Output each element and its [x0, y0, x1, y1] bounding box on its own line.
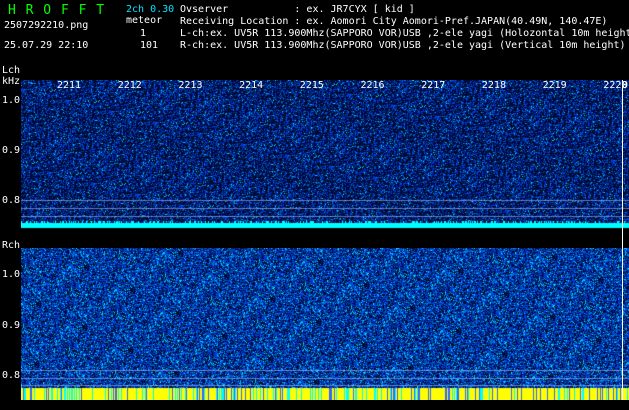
lch-spectrogram: [21, 80, 629, 230]
hroft-spectrogram-screen: H R O F F T 2ch 0.30 2507292210.png mete…: [0, 0, 629, 410]
file-name: 2507292210.png: [4, 20, 89, 31]
lch-ytick-1-0: 1.0: [2, 95, 21, 106]
rch-spectrogram: [21, 248, 629, 400]
time-label-2216: 2216: [360, 80, 385, 91]
app-version: 2ch 0.30: [126, 4, 175, 15]
rch-ytick-0-9: 0.9: [2, 320, 21, 331]
lch-title: Lch: [2, 65, 21, 76]
meteor-count-lch: 1: [140, 28, 147, 39]
time-label-2218: 2218: [481, 80, 506, 91]
observer-line: Ovserver : ex. JR7CYX [ kid ]: [180, 4, 415, 15]
lch-unit: kHz: [2, 76, 21, 87]
lch-config-line: L-ch:ex. UV5R 113.900Mhz(SAPPORO VOR)USB…: [180, 28, 629, 39]
time-label-2214: 2214: [239, 80, 264, 91]
time-label-2215: 2215: [299, 80, 324, 91]
rch-config-line: R-ch:ex. UV5R 113.900Mhz(SAPPORO VOR)USB…: [180, 40, 626, 51]
rch-ytick-0-8: 0.8: [2, 370, 21, 381]
time-label-2219: 2219: [542, 80, 567, 91]
time-label-2211: 2211: [57, 80, 82, 91]
meteor-count-rch: 101: [140, 40, 159, 51]
time-label-2217: 2217: [421, 80, 446, 91]
time-label-2213: 2213: [178, 80, 203, 91]
location-line: Receiving Location : ex. Aomori City Aom…: [180, 16, 608, 27]
rch-title: Rch: [2, 240, 21, 251]
app-logo: H R O F F T: [8, 3, 106, 18]
lch-ytick-0-8: 0.8: [2, 195, 21, 206]
lch-ytick-0-9: 0.9: [2, 145, 21, 156]
datetime: 25.07.29 22:10: [4, 40, 89, 51]
time-label-2212: 2212: [117, 80, 142, 91]
current-time-marker: [622, 80, 623, 400]
rch-ytick-1-0: 1.0: [2, 269, 21, 280]
meteor-label: meteor: [126, 15, 163, 26]
